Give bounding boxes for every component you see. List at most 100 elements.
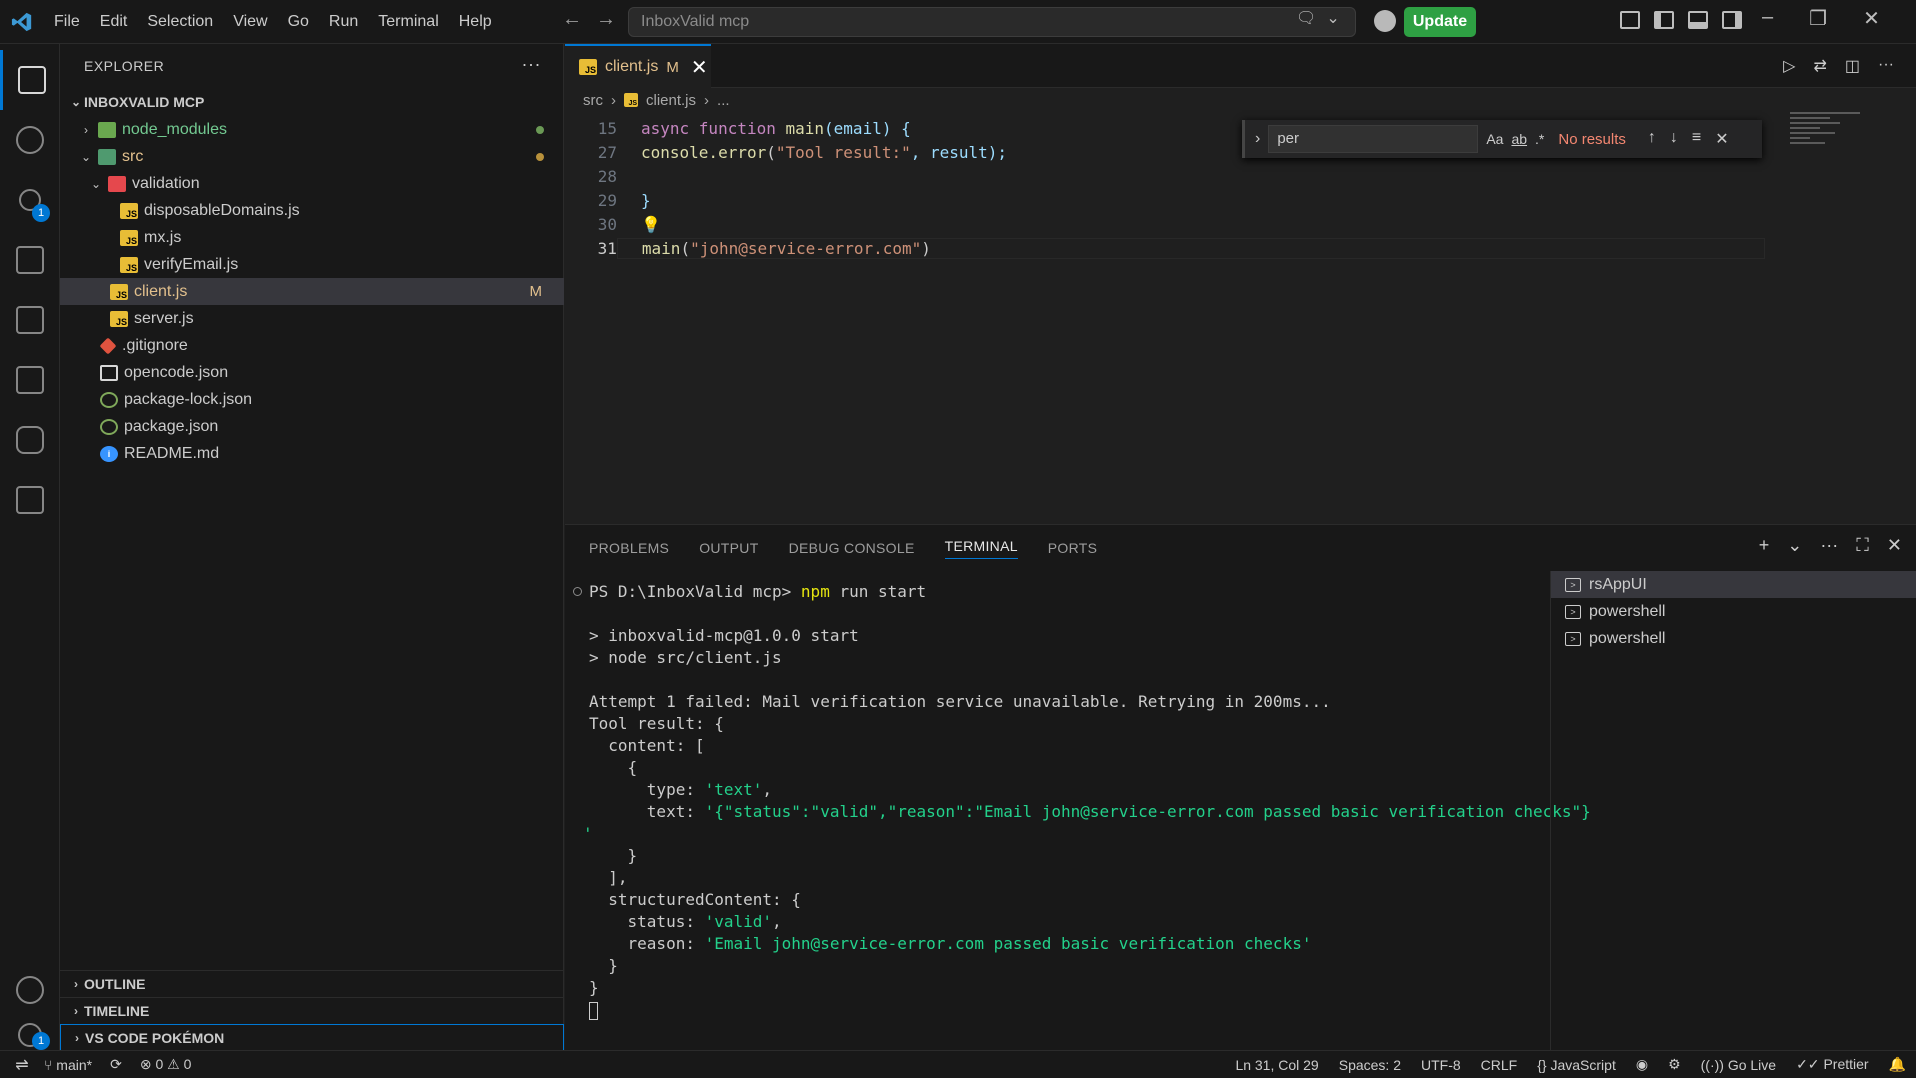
run-debug-activity[interactable]	[0, 230, 60, 290]
tree-item-gitignore[interactable]: .gitignore	[60, 332, 564, 359]
menu-selection[interactable]: Selection	[137, 0, 223, 44]
terminal-item-powershell[interactable]: > powershell	[1551, 598, 1916, 625]
terminal-item-rsappui[interactable]: > rsAppUI	[1551, 571, 1916, 598]
breadcrumb-file[interactable]: client.js	[646, 92, 696, 109]
notifications-bell-icon[interactable]: 🔔	[1889, 1056, 1906, 1073]
encoding[interactable]: UTF-8	[1421, 1057, 1461, 1073]
tree-item-verify-email[interactable]: JS verifyEmail.js	[60, 251, 564, 278]
arrow-down-icon[interactable]: ↓	[1670, 129, 1678, 149]
forward-arrow-icon[interactable]: →	[596, 8, 616, 31]
section-timeline[interactable]: › TIMELINE	[60, 997, 564, 1024]
extensions-activity[interactable]	[0, 350, 60, 410]
more-actions-icon[interactable]: ···	[1878, 56, 1894, 76]
accounts-activity[interactable]	[0, 960, 60, 1020]
python-activity[interactable]	[0, 410, 60, 470]
compare-icon[interactable]: ⇄	[1813, 56, 1826, 76]
toggle-primary-sidebar-icon[interactable]	[1654, 11, 1674, 29]
back-arrow-icon[interactable]: ←	[562, 8, 582, 31]
tree-item-mx[interactable]: JS mx.js	[60, 224, 564, 251]
copilot-status-icon[interactable]: ◉	[1636, 1056, 1648, 1073]
toggle-secondary-sidebar-icon[interactable]	[1722, 11, 1742, 29]
line-ending[interactable]: CRLF	[1481, 1057, 1518, 1073]
menu-terminal[interactable]: Terminal	[368, 0, 448, 44]
terminal-item-powershell[interactable]: > powershell	[1551, 625, 1916, 652]
section-vscode-pokemon[interactable]: › VS CODE POKÉMON	[60, 1024, 564, 1051]
close-find-icon[interactable]: ✕	[1715, 129, 1728, 149]
more-actions-icon[interactable]: ···	[522, 54, 541, 75]
find-input[interactable]: per	[1268, 125, 1479, 153]
terminal-output[interactable]: PS D:\InboxValid mcp> npm run start > in…	[565, 581, 1591, 1051]
regex-option[interactable]: .*	[1535, 131, 1544, 147]
split-editor-icon[interactable]: ◫	[1845, 56, 1860, 76]
toggle-replace-icon[interactable]: ›	[1255, 130, 1260, 148]
tab-ports[interactable]: PORTS	[1048, 540, 1097, 556]
tree-item-server[interactable]: JS server.js	[60, 305, 564, 332]
menu-file[interactable]: File	[44, 0, 90, 44]
find-in-selection-icon[interactable]: ≡	[1692, 129, 1701, 149]
problems-status[interactable]: ⊗ 0 ⚠ 0	[140, 1056, 192, 1073]
chevron-down-icon[interactable]: ⌄	[1326, 8, 1339, 28]
tree-item-disposable-domains[interactable]: JS disposableDomains.js	[60, 197, 564, 224]
source-control-activity[interactable]: 1	[0, 170, 60, 230]
minimize-icon[interactable]: –	[1762, 6, 1773, 31]
maximize-panel-icon[interactable]: ⛶	[1856, 535, 1869, 556]
menu-view[interactable]: View	[223, 0, 277, 44]
menu-help[interactable]: Help	[449, 0, 502, 44]
bookmarks-activity[interactable]	[0, 470, 60, 530]
copilot-icon[interactable]	[1374, 10, 1396, 32]
close-window-icon[interactable]: ✕	[1863, 6, 1880, 31]
workspace-root[interactable]: ⌄ INBOXVALID MCP	[60, 88, 563, 116]
tree-item-node-modules[interactable]: › node_modules	[60, 116, 564, 143]
update-button[interactable]: Update	[1404, 7, 1476, 37]
toggle-panel-icon[interactable]	[1688, 11, 1708, 29]
tab-terminal[interactable]: TERMINAL	[944, 538, 1018, 559]
tab-debug-console[interactable]: DEBUG CONSOLE	[789, 540, 915, 556]
tree-item-readme[interactable]: i README.md	[60, 440, 564, 467]
chat-icon[interactable]: 🗨	[1296, 8, 1316, 28]
sync-icon[interactable]: ⟳	[110, 1056, 122, 1073]
remote-explorer-activity[interactable]	[0, 290, 60, 350]
search-activity[interactable]	[0, 110, 60, 170]
menu-edit[interactable]: Edit	[90, 0, 138, 44]
match-case-option[interactable]: Aa	[1486, 131, 1503, 147]
run-icon[interactable]: ▷	[1783, 56, 1795, 76]
menu-go[interactable]: Go	[278, 0, 319, 44]
tree-item-opencode-json[interactable]: opencode.json	[60, 359, 564, 386]
prettier[interactable]: ✓✓ Prettier	[1796, 1056, 1868, 1073]
arrow-up-icon[interactable]: ↑	[1648, 129, 1656, 149]
command-center-search[interactable]: InboxValid mcp	[628, 7, 1356, 37]
lightbulb-icon[interactable]: 💡	[641, 215, 661, 234]
line-text: }	[641, 190, 651, 210]
tab-client-js[interactable]: JS client.js M ✕	[565, 44, 711, 88]
tree-item-validation[interactable]: ⌄ validation	[60, 170, 564, 197]
remote-indicator-icon[interactable]: ⇌	[0, 1055, 44, 1075]
sync-extension-icon[interactable]: ⚙	[1668, 1056, 1681, 1073]
indentation[interactable]: Spaces: 2	[1339, 1057, 1401, 1073]
tab-output[interactable]: OUTPUT	[699, 540, 758, 556]
close-tab-icon[interactable]: ✕	[691, 55, 708, 80]
cursor-position[interactable]: Ln 31, Col 29	[1235, 1057, 1318, 1073]
branch-status[interactable]: ⑂ main*	[44, 1057, 92, 1073]
tree-item-src[interactable]: ⌄ src	[60, 143, 564, 170]
minimap[interactable]	[1790, 112, 1870, 182]
language-mode[interactable]: {} JavaScript	[1537, 1057, 1616, 1073]
manage-activity[interactable]: 1	[0, 1020, 60, 1050]
tree-item-package-json[interactable]: package.json	[60, 413, 564, 440]
breadcrumb-symbol[interactable]: ...	[717, 92, 730, 109]
tree-item-client[interactable]: JS client.js M	[60, 278, 564, 305]
menu-run[interactable]: Run	[319, 0, 368, 44]
chevron-down-icon[interactable]: ⌄	[1787, 535, 1802, 556]
go-live[interactable]: ((·)) Go Live	[1701, 1057, 1776, 1073]
terminal-icon: >	[1565, 577, 1581, 592]
match-word-option[interactable]: ab	[1511, 131, 1527, 147]
tab-problems[interactable]: PROBLEMS	[589, 540, 669, 556]
explorer-activity[interactable]	[0, 50, 60, 110]
breadcrumb-src[interactable]: src	[583, 92, 603, 109]
section-outline[interactable]: › OUTLINE	[60, 970, 564, 997]
customize-layout-icon[interactable]	[1620, 11, 1640, 29]
close-panel-icon[interactable]: ✕	[1887, 535, 1902, 556]
tree-item-package-lock[interactable]: package-lock.json	[60, 386, 564, 413]
more-actions-icon[interactable]: ···	[1820, 535, 1838, 556]
new-terminal-icon[interactable]: +	[1759, 535, 1770, 556]
restore-icon[interactable]: ❐	[1809, 6, 1827, 31]
